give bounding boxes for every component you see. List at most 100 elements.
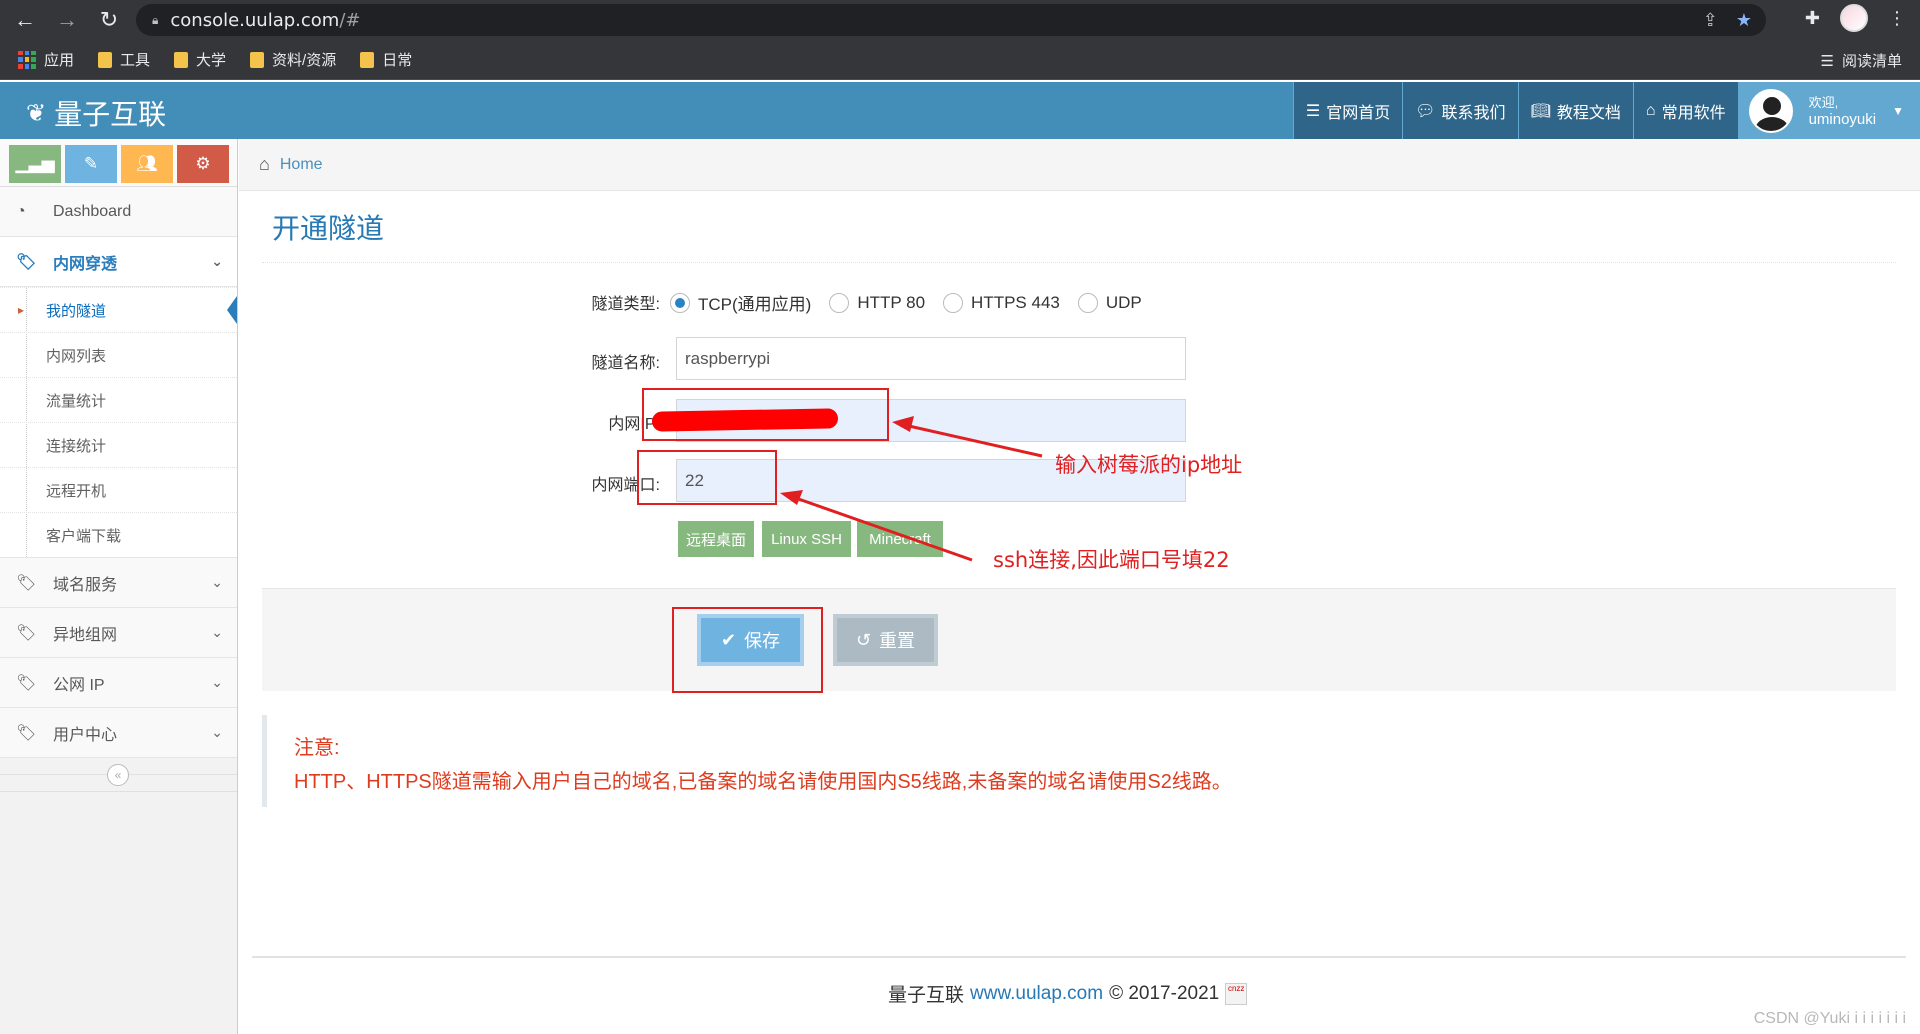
annotation-port-note: ssh连接,因此端口号填22: [993, 548, 1230, 572]
bookmark-resources[interactable]: 资料/资源: [250, 49, 336, 70]
bookmark-tools[interactable]: 工具: [98, 49, 150, 70]
tag-icon: 🏷︎: [16, 674, 37, 692]
list-icon: ☰: [1305, 102, 1321, 120]
annotation-box-ip: [642, 388, 889, 441]
sidebar-item-client-download[interactable]: 客户端下载: [0, 512, 237, 557]
radio-http[interactable]: [829, 292, 850, 313]
chevron-down-icon: ⌄: [211, 574, 223, 590]
tag-icon: 🏷︎: [16, 253, 37, 271]
app-header: ❦ 量子互联 ☰ 官网首页 💬︎ 联系我们 📖︎ 教程文档 ⌂ 常用软件 欢迎, umi…: [0, 82, 1920, 139]
footer-brand: 量子互联: [888, 985, 965, 1006]
sidebar-group-user-center[interactable]: 🏷︎ 用户中心 ⌄: [0, 708, 237, 758]
notice-title: 注意:: [294, 737, 340, 759]
pencil-icon[interactable]: ✎: [65, 145, 117, 183]
sidebar-shortcuts: ▁▃▅ ✎ 👥︎ ⚙: [0, 139, 237, 187]
double-left-icon[interactable]: «: [107, 764, 129, 786]
sidebar-item-connection-stats[interactable]: 连接统计: [0, 422, 237, 467]
sidebar: ▁▃▅ ✎ 👥︎ ⚙ ◔ Dashboard 🏷︎ 内网穿透 ⌄ 我的隧道 内网…: [0, 139, 238, 1034]
bookmarks-bar: 应用 工具 大学 资料/资源 日常 ☰ 阅读清单: [0, 40, 1920, 80]
user-greeting: 欢迎,: [1808, 94, 1839, 110]
bookmark-apps[interactable]: 应用: [18, 49, 74, 70]
chevron-down-icon: ⌄: [211, 624, 223, 640]
preset-linux-ssh-button[interactable]: Linux SSH: [762, 521, 851, 557]
profile-avatar[interactable]: [1840, 4, 1868, 32]
page-title: 开通隧道: [272, 213, 385, 244]
footer-copyright: © 2017-2021: [1109, 982, 1220, 1004]
footer-divider: [252, 956, 1906, 958]
menu-icon[interactable]: ⋮: [1888, 8, 1906, 29]
radio-https-label[interactable]: HTTPS 443: [971, 293, 1060, 313]
back-icon[interactable]: ←: [8, 3, 42, 37]
chevron-down-icon: ⌄: [211, 724, 223, 740]
bookmark-daily[interactable]: 日常: [360, 49, 412, 70]
preset-remote-desktop-button[interactable]: 远程桌面: [678, 521, 754, 557]
user-avatar: [1748, 88, 1793, 133]
radio-http-label[interactable]: HTTP 80: [857, 293, 925, 313]
address-bar[interactable]: 🔒︎ console.uulap.com/# ⇪ ★: [136, 4, 1766, 36]
top-nav: ☰ 官网首页 💬︎ 联系我们 📖︎ 教程文档 ⌂ 常用软件 欢迎, uminoyuki …: [1292, 82, 1920, 139]
breadcrumb-home[interactable]: Home: [280, 156, 323, 174]
sidebar-item-remote-boot[interactable]: 远程开机: [0, 467, 237, 512]
radio-udp-label[interactable]: UDP: [1106, 293, 1142, 313]
book-icon: 📖︎: [1530, 102, 1551, 120]
title-divider: [262, 262, 1896, 263]
tag-icon: 🏷︎: [16, 724, 37, 742]
inbox-icon: ⌂: [1645, 101, 1656, 119]
caret-down-icon: ▼: [1892, 103, 1904, 118]
tunnel-name-label: 隧道名称:: [591, 355, 660, 372]
reload-icon[interactable]: ↻: [92, 3, 126, 37]
user-menu[interactable]: 欢迎, uminoyuki ▼: [1737, 82, 1920, 139]
radio-tcp-label[interactable]: TCP(通用应用): [698, 290, 811, 315]
extensions-icon[interactable]: ✚: [1805, 8, 1820, 29]
bookmark-star-icon[interactable]: ★: [1736, 10, 1752, 31]
preset-minecraft-button[interactable]: Minecraft: [857, 521, 943, 557]
sidebar-group-domain[interactable]: 🏷︎ 域名服务 ⌄: [0, 558, 237, 608]
nav-software[interactable]: ⌂ 常用软件: [1632, 82, 1738, 139]
sidebar-group-intranet[interactable]: 🏷︎ 内网穿透 ⌄: [0, 237, 237, 287]
chevron-down-icon: ⌄: [211, 674, 223, 690]
watermark: CSDN @Yuki i i i i i i i: [1753, 1010, 1906, 1027]
annotation-box-save: [672, 607, 823, 693]
folder-icon: [250, 51, 265, 68]
leaf-icon: ❦: [26, 99, 47, 127]
home-icon: ⌂: [259, 154, 270, 174]
annotation-box-port: [637, 450, 777, 505]
cnzz-badge[interactable]: cnzz: [1225, 982, 1248, 1005]
footer: 量子互联 www.uulap.com © 2017-2021 cnzz: [888, 980, 1248, 1007]
sidebar-item-my-tunnels[interactable]: 我的隧道: [0, 287, 237, 332]
users-icon[interactable]: 👥︎: [121, 145, 173, 183]
sidebar-group-networking[interactable]: 🏷︎ 异地组网 ⌄: [0, 608, 237, 658]
notice-text: HTTP、HTTPS隧道需输入用户自己的域名,已备案的域名请使用国内S5线路,未…: [294, 771, 1232, 793]
tunnel-type-label: 隧道类型:: [591, 296, 660, 313]
apps-icon: [18, 50, 36, 69]
lock-icon: 🔒︎: [152, 12, 159, 27]
reading-list[interactable]: ☰ 阅读清单: [1821, 50, 1902, 71]
cogs-icon[interactable]: ⚙: [177, 145, 229, 183]
sidebar-item-intranet-list[interactable]: 内网列表: [0, 332, 237, 377]
reset-button[interactable]: ↺ 重置: [833, 614, 938, 666]
share-icon[interactable]: ⇪: [1703, 10, 1718, 31]
forward-icon[interactable]: →: [50, 3, 84, 37]
undo-icon: ↺: [855, 629, 872, 650]
annotation-ip-note: 输入树莓派的ip地址: [1055, 453, 1243, 477]
tag-icon: 🏷︎: [16, 574, 37, 592]
nav-contact[interactable]: 💬︎ 联系我们: [1402, 82, 1518, 139]
radio-tcp[interactable]: [670, 292, 690, 313]
signal-icon[interactable]: ▁▃▅: [9, 145, 61, 183]
tunnel-name-input[interactable]: raspberrypi: [676, 337, 1186, 380]
footer-link[interactable]: www.uulap.com: [970, 983, 1103, 1005]
sidebar-item-dashboard[interactable]: ◔ Dashboard: [0, 187, 237, 237]
browser-toolbar: ← → ↻ 🔒︎ console.uulap.com/# ⇪ ★ ✚ ⋮: [0, 0, 1920, 40]
nav-home[interactable]: ☰ 官网首页: [1292, 82, 1403, 139]
sidebar-item-traffic-stats[interactable]: 流量统计: [0, 377, 237, 422]
nav-docs[interactable]: 📖︎ 教程文档: [1517, 82, 1633, 139]
sidebar-group-public-ip[interactable]: 🏷︎ 公网 IP ⌄: [0, 658, 237, 708]
reading-list-icon: ☰: [1820, 52, 1834, 70]
radio-https[interactable]: [943, 292, 964, 313]
bookmark-university[interactable]: 大学: [174, 49, 226, 70]
folder-icon: [174, 51, 189, 68]
chevron-down-icon: ⌄: [211, 253, 223, 269]
brand-logo[interactable]: ❦ 量子互联: [26, 93, 166, 133]
radio-udp[interactable]: [1077, 292, 1098, 313]
tunnel-type-group: TCP(通用应用) HTTP 80 HTTPS 443 UDP: [670, 290, 1152, 315]
